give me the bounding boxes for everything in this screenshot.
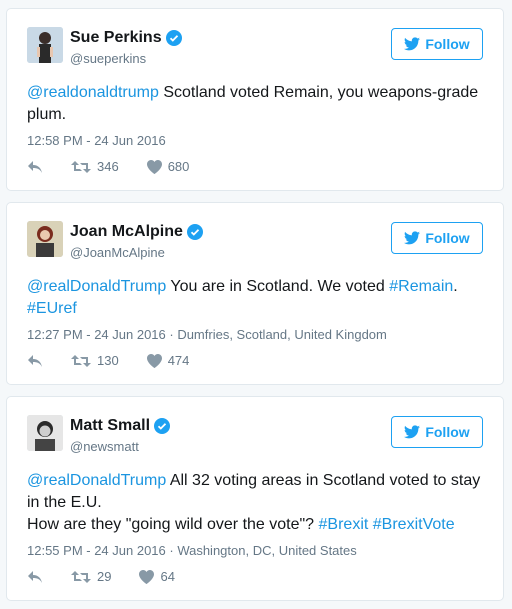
- timestamp[interactable]: 12:27 PM - 24 Jun 2016 · Dumfries, Scotl…: [27, 327, 387, 342]
- reply-icon: [28, 570, 42, 583]
- tweet-text: @realdonaldtrump Scotland voted Remain, …: [27, 82, 485, 126]
- heart-icon: [139, 569, 155, 584]
- twitter-bird-icon: [404, 37, 421, 51]
- handle[interactable]: @sueperkins: [70, 51, 146, 66]
- retweet-icon: [71, 570, 91, 583]
- reply-icon: [28, 160, 42, 173]
- hashtag-link[interactable]: #Remain: [389, 278, 453, 295]
- tweet-text-part: .: [453, 278, 458, 295]
- handle[interactable]: @newsmatt: [70, 439, 139, 454]
- follow-label: Follow: [425, 424, 470, 440]
- verified-badge-icon: [165, 30, 182, 46]
- like-button[interactable]: 474: [146, 353, 190, 368]
- tweet-text: @realDonaldTrump All 32 voting areas in …: [27, 470, 485, 536]
- hashtag-link[interactable]: #Brexit: [319, 516, 369, 533]
- follow-button[interactable]: Follow: [391, 222, 483, 254]
- reply-icon: [28, 354, 42, 367]
- avatar[interactable]: [27, 27, 63, 63]
- tweet-actions: 29 64: [27, 569, 203, 584]
- retweet-count: 29: [97, 569, 112, 584]
- reply-button[interactable]: [27, 160, 43, 174]
- verified-badge-icon: [154, 418, 171, 434]
- display-name[interactable]: Joan McAlpine: [70, 223, 183, 241]
- retweet-button[interactable]: 130: [71, 353, 119, 368]
- heart-icon: [146, 353, 162, 368]
- hashtag-link[interactable]: #BrexitVote: [373, 516, 455, 533]
- handle[interactable]: @JoanMcAlpine: [70, 245, 165, 260]
- tweet-actions: 130 474: [27, 353, 217, 368]
- follow-button[interactable]: Follow: [391, 416, 483, 448]
- verified-badge-icon: [186, 224, 203, 240]
- retweet-button[interactable]: 346: [71, 159, 119, 174]
- avatar[interactable]: [27, 415, 63, 451]
- display-name[interactable]: Matt Small: [70, 417, 150, 435]
- reply-button[interactable]: [27, 354, 43, 368]
- retweet-button[interactable]: 29: [71, 569, 111, 584]
- retweet-count: 130: [97, 353, 119, 368]
- like-button[interactable]: 64: [139, 569, 175, 584]
- like-button[interactable]: 680: [146, 159, 190, 174]
- retweet-icon: [71, 354, 91, 367]
- follow-button[interactable]: Follow: [391, 28, 483, 60]
- like-count: 474: [167, 353, 190, 368]
- heart-icon: [146, 159, 162, 174]
- mention-link[interactable]: @realDonaldTrump: [27, 278, 166, 295]
- follow-label: Follow: [425, 230, 470, 246]
- like-count: 680: [167, 159, 190, 174]
- avatar[interactable]: [27, 221, 63, 257]
- mention-link[interactable]: @realdonaldtrump: [27, 84, 159, 101]
- twitter-bird-icon: [404, 231, 421, 245]
- mention-link[interactable]: @realDonaldTrump: [27, 472, 166, 489]
- follow-label: Follow: [425, 36, 470, 52]
- retweet-count: 346: [97, 159, 119, 174]
- display-name[interactable]: Sue Perkins: [70, 29, 162, 47]
- tweet-card-matt-small: Matt Small @newsmatt Follow @realDonaldT…: [6, 396, 504, 601]
- twitter-bird-icon: [404, 425, 421, 439]
- hashtag-link[interactable]: #EUref: [27, 300, 77, 317]
- tweet-card-sue-perkins: Sue Perkins @sueperkins Follow @realdona…: [6, 8, 504, 191]
- tweet-card-joan-mcalpine: Joan McAlpine @JoanMcAlpine Follow @real…: [6, 202, 504, 385]
- timestamp[interactable]: 12:55 PM - 24 Jun 2016 · Washington, DC,…: [27, 543, 357, 558]
- tweet-text-part: You are in Scotland. We voted: [166, 278, 390, 295]
- retweet-icon: [71, 160, 91, 173]
- tweet-text: @realDonaldTrump You are in Scotland. We…: [27, 276, 485, 320]
- like-count: 64: [160, 569, 175, 584]
- tweet-actions: 346 680: [27, 159, 217, 174]
- reply-button[interactable]: [27, 570, 43, 584]
- timestamp[interactable]: 12:58 PM - 24 Jun 2016: [27, 133, 166, 148]
